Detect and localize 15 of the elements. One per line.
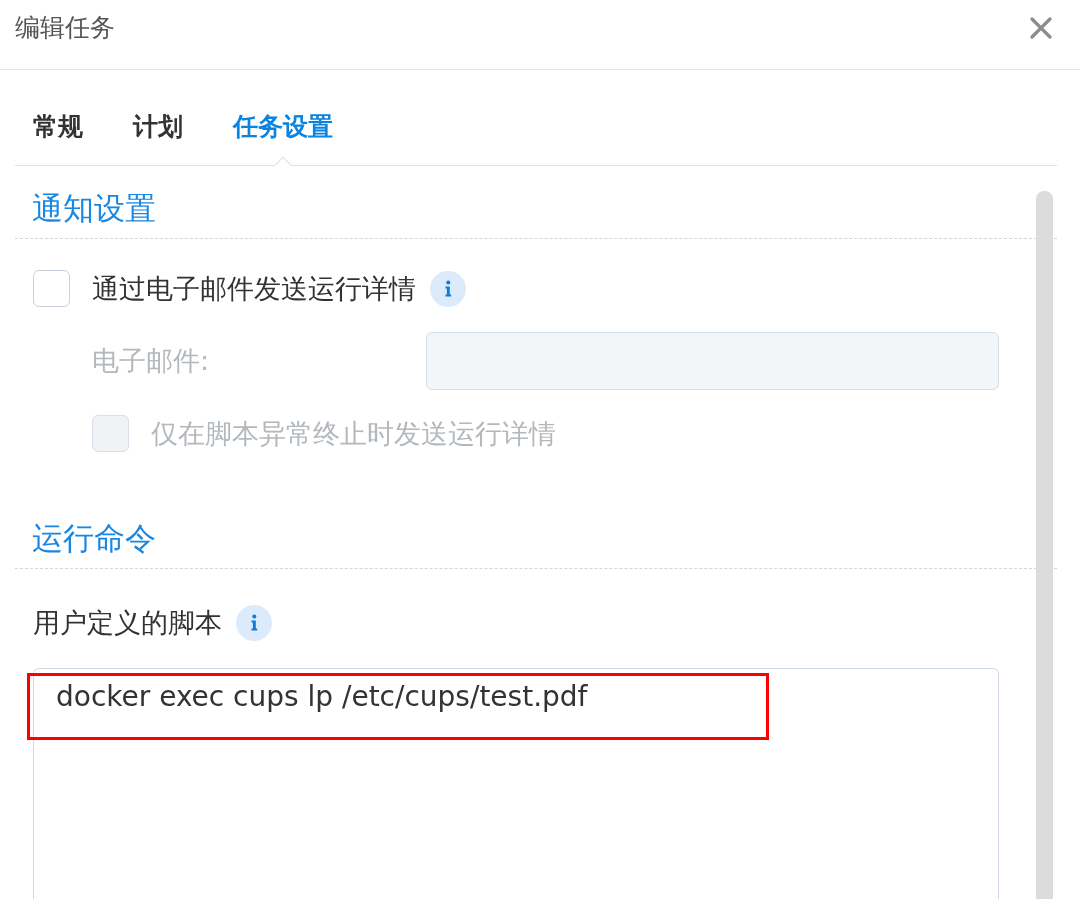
close-icon [1030, 17, 1052, 39]
checkbox-label[interactable]: 通过电子邮件发送运行详情 [92, 270, 416, 307]
field-label: 电子邮件: [92, 344, 211, 378]
info-icon[interactable] [236, 605, 272, 641]
field-label: 用户定义的脚本 [33, 606, 222, 640]
scrollbar[interactable] [1036, 191, 1053, 899]
dialog-title: 编辑任务 [15, 12, 115, 44]
tab[interactable]: 计划 [133, 70, 183, 165]
tab[interactable]: 常规 [33, 70, 83, 165]
checkbox[interactable] [33, 270, 70, 307]
info-icon[interactable] [430, 270, 466, 307]
close-button[interactable] [1030, 17, 1052, 39]
section-title: 通知设置 [32, 190, 156, 226]
section-title: 运行命令 [32, 520, 156, 556]
script-text: docker exec cups lp /etc/cups/test.pdf [56, 680, 588, 713]
